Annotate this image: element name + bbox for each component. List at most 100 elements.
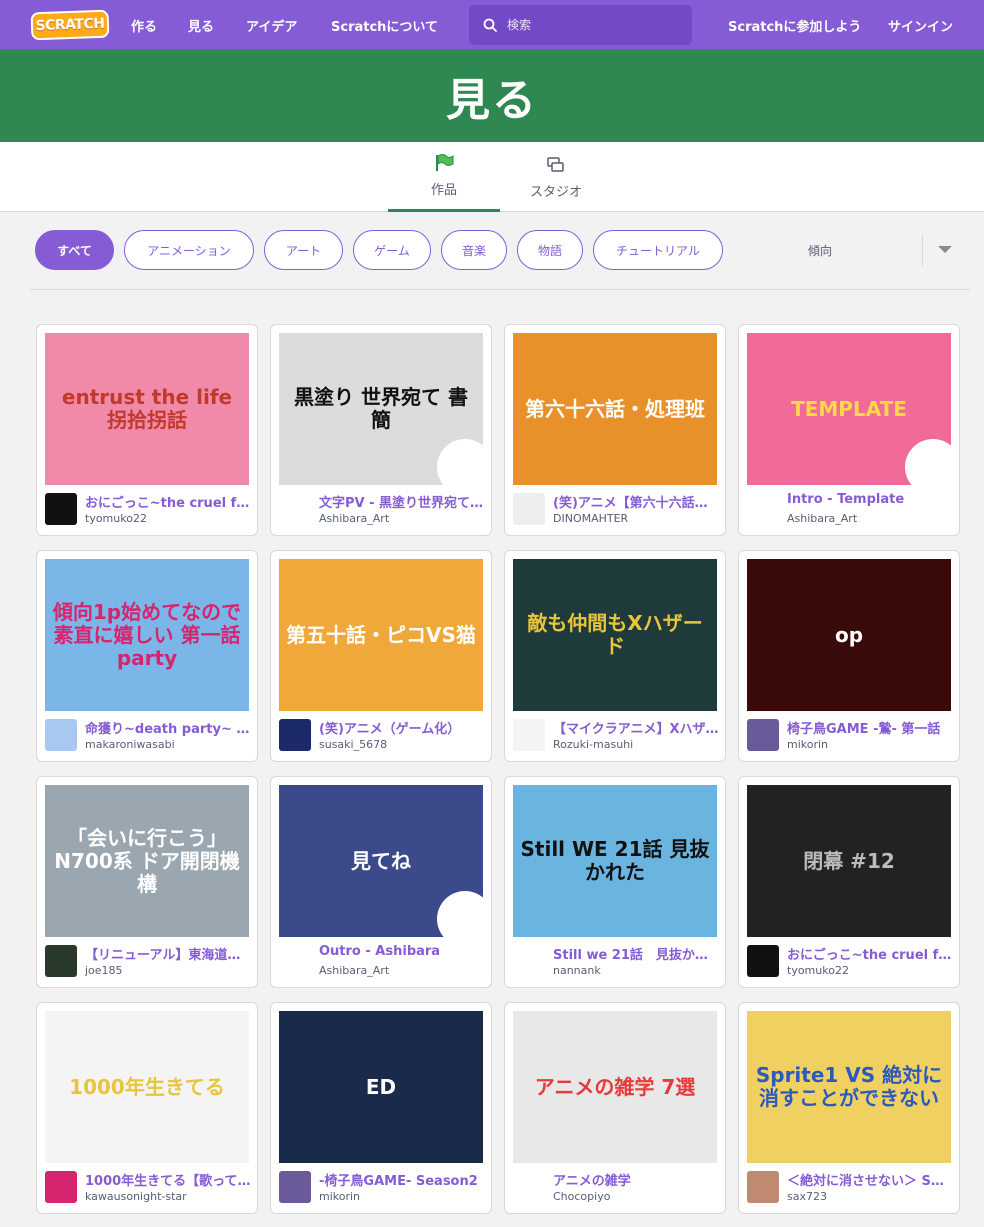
project-card[interactable]: 見てね Outro - Ashibara Ashibara_Art [270, 776, 492, 988]
project-title[interactable]: アニメの雑学 [553, 1170, 719, 1189]
project-title[interactable]: おにごっこ~the cruel fate~ [85, 492, 251, 511]
tab-projects[interactable]: 作品 [388, 142, 500, 212]
project-author[interactable]: makaroniwasabi [85, 738, 251, 751]
project-author[interactable]: mikorin [787, 738, 953, 751]
project-title[interactable]: (笑)アニメ【第六十六話・処理班】 [553, 492, 719, 511]
project-author[interactable]: tyomuko22 [85, 512, 251, 525]
project-thumbnail[interactable]: 黒塗り 世界宛て 書簡 [279, 333, 483, 485]
avatar[interactable] [279, 945, 311, 977]
project-title[interactable]: Still we 21話 見抜かれた [553, 944, 719, 963]
nav-create[interactable]: 作る [131, 0, 157, 50]
search-box[interactable] [469, 5, 692, 45]
project-card[interactable]: ED -椅子鳥GAME- Season2 mikorin [270, 1002, 492, 1214]
filter-games[interactable]: ゲーム [353, 230, 431, 270]
project-card[interactable]: Sprite1 VS 絶対に消すことができない ＜絶対に消させない＞ Sprite… [738, 1002, 960, 1214]
project-author[interactable]: Chocopiyo [553, 1190, 719, 1203]
project-thumbnail[interactable]: 第六十六話・処理班 [513, 333, 717, 485]
filter-tutorials[interactable]: チュートリアル [593, 230, 723, 270]
project-author[interactable]: Ashibara_Art [319, 964, 485, 977]
project-thumbnail[interactable]: アニメの雑学 7選 [513, 1011, 717, 1163]
project-title[interactable]: 椅子鳥GAME -鷙- 第一話 [787, 718, 953, 737]
project-title[interactable]: 【リニューアル】東海道新幹線 [85, 944, 251, 963]
project-author[interactable]: Rozuki-masuhi [553, 738, 719, 751]
avatar[interactable] [513, 945, 545, 977]
avatar[interactable] [513, 493, 545, 525]
avatar[interactable] [279, 493, 311, 525]
filter-stories[interactable]: 物語 [517, 230, 583, 270]
project-title[interactable]: 命獲り~death party~ 第一話 [85, 718, 251, 737]
project-author[interactable]: nannank [553, 964, 719, 977]
project-card[interactable]: 「会いに行こう」 N700系 ドア開閉機構【リニューアル】東海道新幹線 joe18… [36, 776, 258, 988]
filter-music[interactable]: 音楽 [441, 230, 507, 270]
avatar[interactable] [747, 493, 779, 525]
project-card[interactable]: Still WE 21話 見抜かれた Still we 21話 見抜かれた nann… [504, 776, 726, 988]
project-card[interactable]: 敵も仲間もXハザード【マイクラアニメ】Xハザード Rozuki-masuhi [504, 550, 726, 762]
avatar[interactable] [45, 945, 77, 977]
project-title[interactable]: (笑)アニメ（ゲーム化） [319, 718, 485, 737]
project-author[interactable]: joe185 [85, 964, 251, 977]
project-title[interactable]: 文字PV - 黒塗り世界宛て書簡 [319, 492, 485, 511]
project-author[interactable]: sax723 [787, 1190, 953, 1203]
filter-animation[interactable]: アニメーション [124, 230, 254, 270]
avatar[interactable] [45, 719, 77, 751]
avatar[interactable] [279, 719, 311, 751]
filter-art[interactable]: アート [264, 230, 343, 270]
nav-ideas[interactable]: アイデア [246, 0, 297, 50]
project-card[interactable]: 黒塗り 世界宛て 書簡文字PV - 黒塗り世界宛て書簡 Ashibara_Art [270, 324, 492, 536]
project-author[interactable]: Ashibara_Art [319, 512, 485, 525]
project-title[interactable]: -椅子鳥GAME- Season2 [319, 1170, 485, 1189]
project-thumbnail[interactable]: entrust the life 拐拾拐話 [45, 333, 249, 485]
project-thumbnail[interactable]: ED [279, 1011, 483, 1163]
join-scratch-link[interactable]: Scratchに参加しよう [728, 0, 861, 50]
project-thumbnail[interactable]: Still WE 21話 見抜かれた [513, 785, 717, 937]
project-thumbnail[interactable]: 第五十話・ピコVS猫 [279, 559, 483, 711]
project-card[interactable]: op 椅子鳥GAME -鷙- 第一話 mikorin [738, 550, 960, 762]
avatar[interactable] [45, 1171, 77, 1203]
project-thumbnail[interactable]: Sprite1 VS 絶対に消すことができない [747, 1011, 951, 1163]
project-thumbnail[interactable]: 傾向1p始めてなので素直に嬉しい 第一話 party [45, 559, 249, 711]
tab-studios[interactable]: スタジオ [500, 142, 612, 212]
project-title[interactable]: おにごっこ~the cruel fate~ [787, 944, 953, 963]
filter-all[interactable]: すべて [35, 230, 114, 270]
project-title[interactable]: ＜絶対に消させない＞ Sprite1 VS Mouse [787, 1170, 953, 1189]
nav-about[interactable]: Scratchについて [331, 0, 438, 50]
project-thumbnail[interactable]: 見てね [279, 785, 483, 937]
project-thumbnail[interactable]: 「会いに行こう」 N700系 ドア開閉機構 [45, 785, 249, 937]
project-card[interactable]: 1000年生きてる 1000年生きてる【歌ってみた】kawausonight-st… [36, 1002, 258, 1214]
avatar[interactable] [513, 1171, 545, 1203]
avatar[interactable] [45, 493, 77, 525]
project-author[interactable]: kawausonight-star [85, 1190, 251, 1203]
project-author[interactable]: DINOMAHTER [553, 512, 719, 525]
avatar[interactable] [513, 719, 545, 751]
search-input[interactable] [507, 15, 677, 35]
project-thumbnail[interactable]: TEMPLATE [747, 333, 951, 485]
nav-explore[interactable]: 見る [188, 0, 214, 50]
sort-select[interactable]: 傾向 [808, 242, 832, 259]
chevron-down-icon[interactable] [938, 246, 952, 253]
project-title[interactable]: Outro - Ashibara [319, 944, 485, 959]
project-title[interactable]: 1000年生きてる【歌ってみた】 [85, 1170, 251, 1189]
project-thumbnail[interactable]: op [747, 559, 951, 711]
project-card[interactable]: TEMPLATE Intro - Template Ashibara_Art [738, 324, 960, 536]
project-title[interactable]: Intro - Template [787, 492, 953, 507]
project-card[interactable]: 傾向1p始めてなので素直に嬉しい 第一話 party 命獲り~death part… [36, 550, 258, 762]
project-title[interactable]: 【マイクラアニメ】Xハザード [553, 718, 719, 737]
project-card[interactable]: 第六十六話・処理班 (笑)アニメ【第六十六話・処理班】DINOMAHTER [504, 324, 726, 536]
sign-in-link[interactable]: サインイン [888, 0, 953, 50]
avatar[interactable] [747, 719, 779, 751]
scratch-logo[interactable]: SCRATCH [30, 9, 110, 41]
project-author[interactable]: tyomuko22 [787, 964, 953, 977]
project-card[interactable]: 閉幕 #12 おにごっこ~the cruel fate~tyomuko22 [738, 776, 960, 988]
project-card[interactable]: アニメの雑学 7選アニメの雑学 Chocopiyo [504, 1002, 726, 1214]
project-author[interactable]: mikorin [319, 1190, 485, 1203]
project-thumbnail[interactable]: 閉幕 #12 [747, 785, 951, 937]
project-card[interactable]: 第五十話・ピコVS猫 (笑)アニメ（ゲーム化） susaki_5678 [270, 550, 492, 762]
avatar[interactable] [747, 1171, 779, 1203]
project-card[interactable]: entrust the life 拐拾拐話おにごっこ~the cruel fat… [36, 324, 258, 536]
project-thumbnail[interactable]: 敵も仲間もXハザード [513, 559, 717, 711]
project-thumbnail[interactable]: 1000年生きてる [45, 1011, 249, 1163]
project-author[interactable]: Ashibara_Art [787, 512, 953, 525]
avatar[interactable] [747, 945, 779, 977]
project-author[interactable]: susaki_5678 [319, 738, 485, 751]
avatar[interactable] [279, 1171, 311, 1203]
